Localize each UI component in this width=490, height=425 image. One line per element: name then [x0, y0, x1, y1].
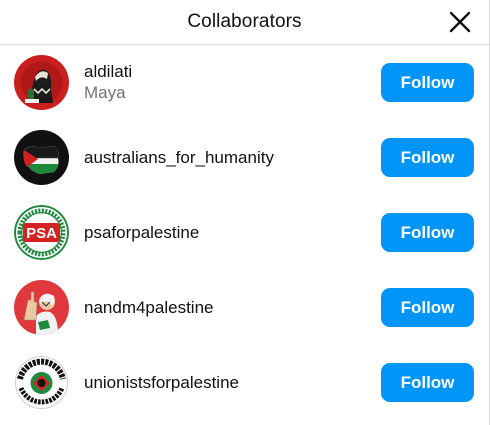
avatar[interactable] — [14, 355, 69, 410]
list-item[interactable]: unionistsforpalestine Follow — [0, 345, 488, 420]
list-item[interactable]: PSA psaforpalestine Follow — [0, 195, 488, 270]
dialog-header: Collaborators — [0, 0, 489, 45]
collaborators-dialog: Collaborators aldilati Maya Follow austr… — [0, 0, 490, 425]
username[interactable]: unionistsforpalestine — [84, 372, 239, 393]
follow-button[interactable]: Follow — [381, 138, 474, 177]
close-icon[interactable] — [447, 9, 473, 35]
collaborator-names: unionistsforpalestine — [84, 372, 239, 393]
avatar[interactable] — [14, 130, 69, 185]
follow-button[interactable]: Follow — [381, 63, 474, 102]
list-item[interactable]: australians_for_humanity Follow — [0, 120, 488, 195]
follow-button[interactable]: Follow — [381, 213, 474, 252]
full-name: Maya — [84, 83, 126, 102]
follow-button[interactable]: Follow — [381, 363, 474, 402]
collaborator-names: psaforpalestine — [84, 222, 199, 243]
dialog-title: Collaborators — [187, 11, 302, 32]
list-item[interactable]: aldilati Maya Follow — [0, 45, 488, 120]
collaborator-names: australians_for_humanity — [84, 147, 274, 168]
username[interactable]: aldilati — [84, 61, 132, 82]
username[interactable]: nandm4palestine — [84, 297, 213, 318]
collaborator-names: aldilati Maya — [84, 61, 132, 104]
collaborator-names: nandm4palestine — [84, 297, 213, 318]
avatar[interactable] — [14, 280, 69, 335]
username[interactable]: australians_for_humanity — [84, 147, 274, 168]
username[interactable]: psaforpalestine — [84, 222, 199, 243]
follow-button[interactable]: Follow — [381, 288, 474, 327]
list-item[interactable]: nandm4palestine Follow — [0, 270, 488, 345]
avatar[interactable] — [14, 55, 69, 110]
collaborator-list: aldilati Maya Follow australians_for_hum… — [0, 45, 488, 420]
psa-logo-text: PSA — [26, 225, 57, 242]
avatar[interactable]: PSA — [14, 205, 69, 260]
